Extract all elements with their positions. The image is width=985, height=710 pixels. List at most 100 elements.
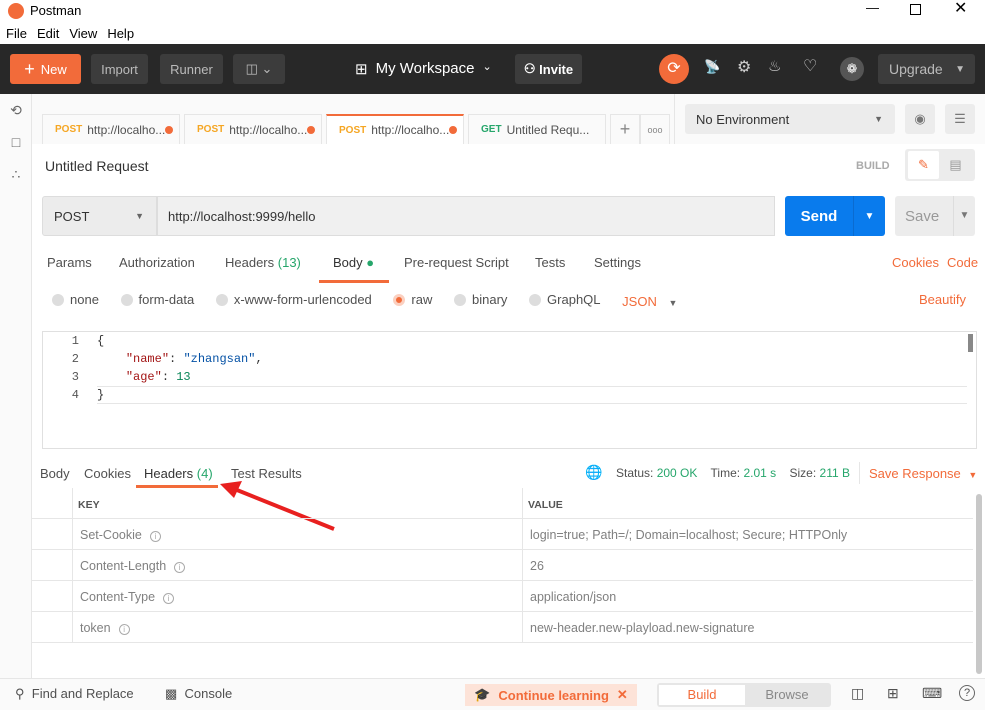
tab-body-underline [319,280,389,283]
browse-toggle[interactable]: Browse [745,685,829,705]
find-replace-button[interactable]: ⚲ Find and Replace [15,686,134,702]
request-title: Untitled Request [45,158,149,174]
pencil-icon[interactable]: ✎ [908,151,939,179]
tab-body[interactable]: Body ● [333,255,374,270]
apis-icon[interactable]: ∴ [8,166,24,182]
unsaved-dot [165,125,173,134]
tab-params[interactable]: Params [47,255,92,270]
bell-icon[interactable]: ♨ [768,57,781,75]
new-button[interactable]: + New [10,54,81,84]
table-row: Set-Cookie i login=true; Path=/; Domain=lo… [32,519,973,550]
menu-help[interactable]: Help [107,26,134,41]
workspace-selector[interactable]: ⊞ My Workspace ⌄ [355,60,492,78]
request-tab[interactable]: POST http://localho... [184,114,322,144]
beautify-link[interactable]: Beautify [919,292,966,307]
import-button[interactable]: Import [91,54,148,84]
two-pane-icon[interactable]: ◫ [851,685,864,702]
status-value: 200 OK [656,466,698,480]
save-button[interactable]: Save ▼ [895,196,975,236]
avatar[interactable]: ❁ [840,57,864,81]
radio-form-data[interactable]: form-data [120,292,194,307]
environment-select[interactable]: No Environment ▼ [685,104,895,134]
layout-icon[interactable]: ⊞ [887,685,899,702]
table-header: KEY VALUE [32,488,973,519]
radio-none[interactable]: none [52,292,99,307]
close-button[interactable]: ✕ [954,0,967,18]
main-toolbar: + New Import Runner ◫ ⌄ ⊞ My Workspace ⌄ ⚇ … [0,44,985,94]
method-select[interactable]: POST ▼ [42,196,157,236]
radio-binary[interactable]: binary [454,292,507,307]
window-title: Postman [30,3,82,18]
help-icon[interactable]: ? [959,685,975,701]
size-value: 211 B [819,466,850,480]
table-row: Content-Type i application/json [32,581,973,612]
response-tab-headers[interactable]: Headers (4) [144,466,213,481]
new-window-button[interactable]: ◫ ⌄ [233,54,285,84]
runner-button[interactable]: Runner [160,54,223,84]
radio-raw[interactable]: raw [393,292,432,307]
request-tab[interactable]: POST http://localho... [42,114,180,144]
collections-icon[interactable]: □ [8,134,24,150]
comment-icon[interactable]: ▤ [939,157,972,173]
satellite-icon[interactable]: 📡 [704,59,720,75]
status-bar: ⚲ Find and Replace ▩ Console 🎓 Continue l… [0,678,985,710]
request-tab-active[interactable]: POST http://localho... [326,114,464,144]
request-tab[interactable]: GET Untitled Requ... [468,114,606,144]
response-panel: Body Cookies Headers (4) Test Results 🌐 … [32,456,985,678]
heart-icon[interactable]: ♡ [803,56,817,76]
keyboard-icon[interactable]: ⌨ [922,685,942,702]
cookies-link[interactable]: Cookies [892,255,939,270]
tab-authorization[interactable]: Authorization [119,255,195,270]
response-tab-body[interactable]: Body [40,466,70,481]
minimize-button[interactable]: — [866,0,879,15]
editor-scrollbar[interactable] [968,334,973,352]
radio-graphql[interactable]: GraphQL [529,292,601,307]
tab-settings[interactable]: Settings [594,255,641,270]
upgrade-button[interactable]: Upgrade ▼ [878,54,975,84]
response-meta: Status: 200 OK Time: 2.01 s Size: 211 B [616,466,850,480]
response-scrollbar[interactable] [976,494,982,674]
code-link[interactable]: Code [947,255,978,270]
radio-urlencoded[interactable]: x-www-form-urlencoded [215,292,372,307]
globe-icon[interactable]: 🌐 [585,464,602,481]
postman-logo-icon [8,3,24,19]
graduation-cap-icon: 🎓 [474,687,491,702]
tab-pre-request-script[interactable]: Pre-request Script [404,255,509,270]
menu-edit[interactable]: Edit [37,26,59,41]
build-toggle[interactable]: Build [659,685,745,705]
url-input[interactable] [157,196,775,236]
table-row: token i new-header.new-playload.new-signat… [32,612,973,643]
response-tab-cookies[interactable]: Cookies [84,466,131,481]
table-row: Content-Length i 26 [32,550,973,581]
eye-icon[interactable]: ◉ [905,104,935,134]
search-icon: ⚲ [15,686,25,701]
body-editor[interactable]: 1 2 3 4 { "name": "zhangsan", "age": 13 … [42,331,977,449]
time-value: 2.01 s [743,466,777,480]
more-tabs-button[interactable]: ooo [640,114,670,144]
save-response-button[interactable]: Save Response ▼ [869,466,977,481]
info-icon: i [149,531,161,542]
menu-view[interactable]: View [69,26,97,41]
request-tabs: POST http://localho... POST http://localho… [32,94,675,144]
close-icon: ✕ [616,687,628,702]
format-select[interactable]: JSON ▼ [622,294,677,309]
maximize-button[interactable] [910,4,921,15]
console-button[interactable]: ▩ Console [165,686,232,702]
add-user-icon: ⚇ [523,61,536,76]
history-icon[interactable]: ⟲ [8,102,24,118]
tab-headers[interactable]: Headers (13) [225,255,301,270]
sync-icon[interactable]: ⟳ [659,54,689,84]
grid-icon: ⊞ [355,61,368,78]
invite-button[interactable]: ⚇ Invite [515,54,582,84]
unsaved-dot [307,125,315,134]
continue-learning-button[interactable]: 🎓 Continue learning ✕ [465,684,637,706]
gear-icon[interactable]: ⚙ [737,57,751,77]
new-window-icon: ◫ [245,61,258,76]
send-button[interactable]: Send ▼ [785,196,885,236]
tab-tests[interactable]: Tests [535,255,565,270]
info-icon: i [163,593,175,604]
new-tab-button[interactable]: + [610,114,640,144]
menu-file[interactable]: File [6,26,27,41]
console-icon: ▩ [165,686,178,701]
settings-sliders-icon[interactable]: ☰ [945,104,975,134]
